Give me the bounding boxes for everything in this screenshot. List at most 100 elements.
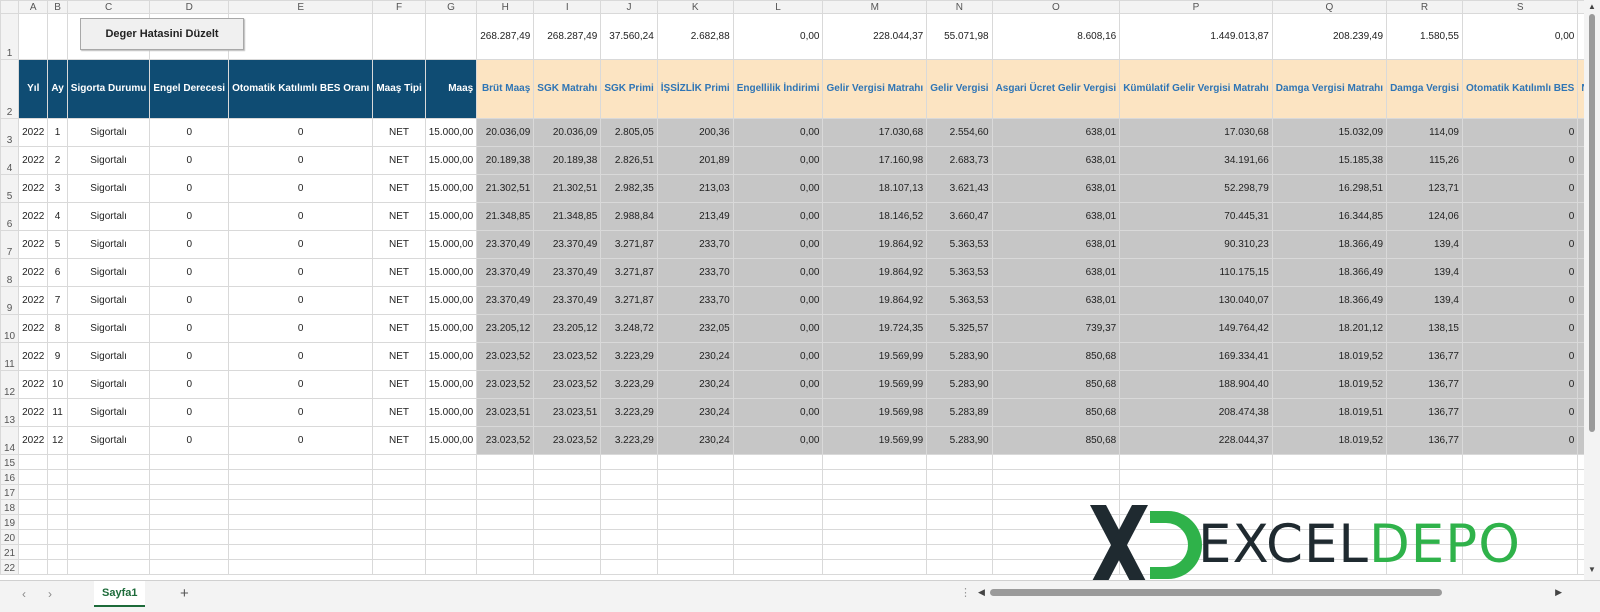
total-cell-h[interactable]: 268.287,49	[476, 13, 535, 60]
data-cell[interactable]: 0	[1461, 342, 1579, 371]
data-cell[interactable]: 0	[149, 146, 230, 175]
data-cell[interactable]: 0	[149, 342, 230, 371]
empty-cell[interactable]	[656, 469, 734, 485]
data-cell[interactable]: 0	[1461, 146, 1579, 175]
empty-cell[interactable]	[228, 469, 374, 485]
data-cell[interactable]: 12	[47, 426, 68, 455]
data-cell[interactable]: 0	[228, 314, 374, 343]
data-cell[interactable]: 124,06	[1386, 202, 1463, 231]
header-cell-k[interactable]: İŞSİZLİK Primi	[656, 59, 734, 119]
data-cell[interactable]: Sigortalı	[66, 342, 151, 371]
data-cell[interactable]: NET	[372, 286, 426, 315]
data-cell[interactable]: Sigortalı	[66, 174, 151, 203]
empty-cell[interactable]	[66, 514, 151, 530]
data-cell[interactable]: 8	[47, 314, 68, 343]
empty-cell[interactable]	[66, 529, 151, 545]
cell-r1-b[interactable]	[47, 13, 68, 60]
data-cell[interactable]: 0	[228, 146, 374, 175]
data-cell[interactable]: 228.044,37	[1119, 426, 1273, 455]
data-cell[interactable]: 15.000,00	[424, 202, 478, 231]
column-header-a[interactable]: A	[18, 0, 49, 14]
data-cell[interactable]: 23.370,49	[533, 286, 602, 315]
data-cell[interactable]: Sigortalı	[66, 370, 151, 399]
data-cell[interactable]: 2022	[18, 258, 49, 287]
empty-cell[interactable]	[656, 499, 734, 515]
data-cell[interactable]: 0,00	[732, 174, 824, 203]
data-cell[interactable]: 2022	[18, 230, 49, 259]
data-cell[interactable]: 0	[228, 286, 374, 315]
data-cell[interactable]: Sigortalı	[66, 202, 151, 231]
data-cell[interactable]: 15.185,38	[1271, 146, 1388, 175]
data-cell[interactable]: 638,01	[991, 118, 1121, 147]
empty-cell[interactable]	[228, 559, 374, 575]
data-cell[interactable]: 201,89	[656, 146, 734, 175]
empty-cell[interactable]	[732, 484, 824, 500]
data-cell[interactable]: 0	[228, 230, 374, 259]
data-cell[interactable]: 15.000,00	[424, 146, 478, 175]
data-cell[interactable]: 19.569,99	[822, 342, 928, 371]
data-cell[interactable]: 70.445,31	[1119, 202, 1273, 231]
empty-cell[interactable]	[1386, 454, 1463, 470]
header-cell-b[interactable]: Ay	[47, 59, 68, 119]
data-cell[interactable]: 110.175,15	[1119, 258, 1273, 287]
data-cell[interactable]: 3.223,29	[600, 398, 658, 427]
data-cell[interactable]: 0	[149, 314, 230, 343]
empty-cell[interactable]	[424, 529, 478, 545]
data-cell[interactable]: 18.366,49	[1271, 286, 1388, 315]
data-cell[interactable]: 850,68	[991, 342, 1121, 371]
data-cell[interactable]: 0	[228, 426, 374, 455]
data-cell[interactable]: 638,01	[991, 202, 1121, 231]
data-cell[interactable]: 0	[1461, 118, 1579, 147]
data-cell[interactable]: NET	[372, 370, 426, 399]
empty-cell[interactable]	[732, 529, 824, 545]
data-cell[interactable]: 0,00	[732, 202, 824, 231]
empty-cell[interactable]	[18, 529, 49, 545]
data-cell[interactable]: 0	[1461, 426, 1579, 455]
data-cell[interactable]: 19.569,99	[822, 426, 928, 455]
data-cell[interactable]: 188.904,40	[1119, 370, 1273, 399]
data-cell[interactable]: 0	[149, 202, 230, 231]
data-cell[interactable]: 0	[228, 342, 374, 371]
data-cell[interactable]: 23.370,49	[533, 230, 602, 259]
data-cell[interactable]: 23.205,12	[533, 314, 602, 343]
data-cell[interactable]: 21.348,85	[476, 202, 535, 231]
data-cell[interactable]: 0	[149, 398, 230, 427]
scroll-up-icon[interactable]: ▲	[1588, 2, 1596, 11]
next-sheet-icon[interactable]: ›	[48, 587, 52, 601]
header-cell-s[interactable]: Otomatik Katılımlı BES	[1461, 59, 1579, 119]
column-header-q[interactable]: Q	[1271, 0, 1388, 14]
data-cell[interactable]: 2022	[18, 398, 49, 427]
data-cell[interactable]: 3.248,72	[600, 314, 658, 343]
data-cell[interactable]: 233,70	[656, 286, 734, 315]
sheet-tab-sayfa1[interactable]: Sayfa1	[94, 581, 146, 607]
data-cell[interactable]: Sigortalı	[66, 258, 151, 287]
empty-cell[interactable]	[424, 544, 478, 560]
data-cell[interactable]: 200,36	[656, 118, 734, 147]
empty-cell[interactable]	[47, 454, 68, 470]
column-header-h[interactable]: H	[476, 0, 535, 14]
data-cell[interactable]: 5.363,53	[926, 286, 993, 315]
data-cell[interactable]: 0	[228, 370, 374, 399]
data-cell[interactable]: 213,03	[656, 174, 734, 203]
empty-cell[interactable]	[18, 559, 49, 575]
data-cell[interactable]: 15.000,00	[424, 118, 478, 147]
data-cell[interactable]: 638,01	[991, 258, 1121, 287]
empty-cell[interactable]	[822, 454, 928, 470]
empty-cell[interactable]	[1461, 484, 1579, 500]
column-header-k[interactable]: K	[656, 0, 734, 14]
header-cell-g[interactable]: Maaş	[424, 59, 478, 119]
empty-cell[interactable]	[926, 544, 993, 560]
data-cell[interactable]: 123,71	[1386, 174, 1463, 203]
data-cell[interactable]: 17.030,68	[1119, 118, 1273, 147]
column-header-b[interactable]: B	[47, 0, 68, 14]
scroll-down-icon[interactable]: ▼	[1588, 565, 1596, 574]
empty-cell[interactable]	[228, 544, 374, 560]
data-cell[interactable]: NET	[372, 146, 426, 175]
data-cell[interactable]: 0	[149, 230, 230, 259]
cell-r1-g[interactable]	[424, 13, 478, 60]
empty-cell[interactable]	[926, 529, 993, 545]
data-cell[interactable]: 3.223,29	[600, 342, 658, 371]
data-cell[interactable]: 4	[47, 202, 68, 231]
data-cell[interactable]: 0	[1461, 398, 1579, 427]
empty-cell[interactable]	[476, 499, 535, 515]
